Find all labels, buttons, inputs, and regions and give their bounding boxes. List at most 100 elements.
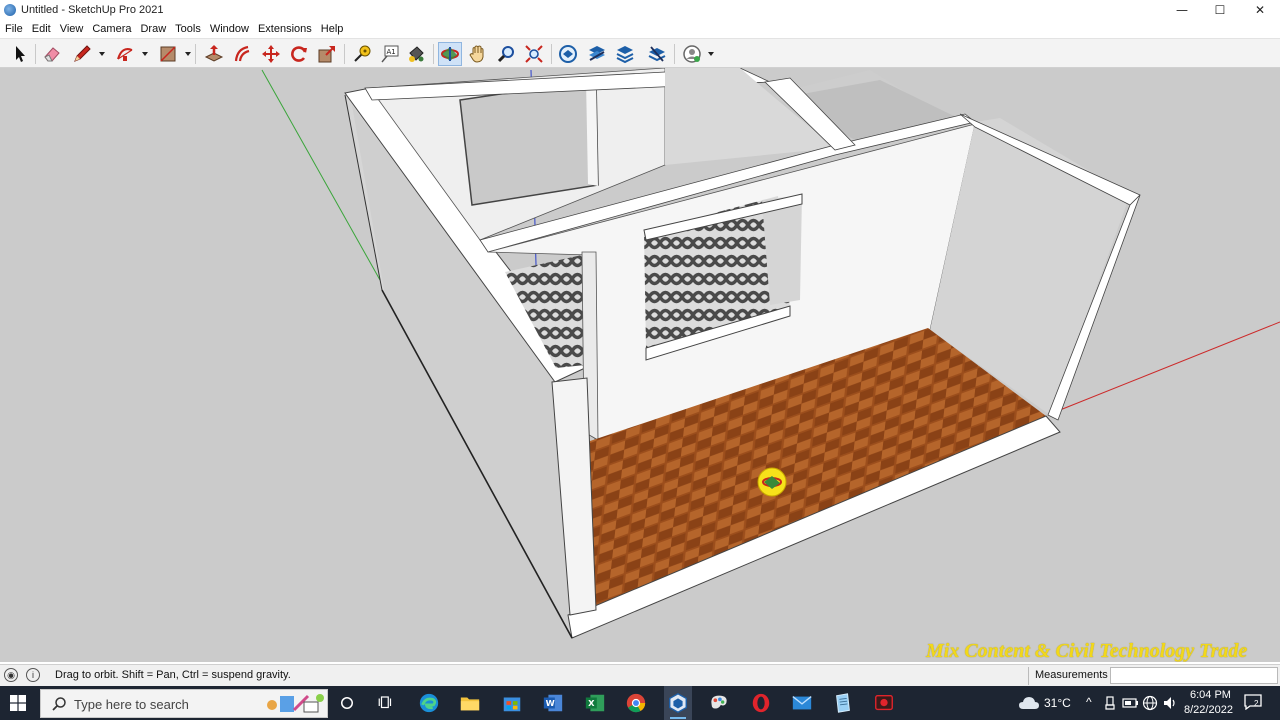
back-window-opening: [459, 79, 599, 206]
notepad-icon: [836, 693, 850, 713]
menu-window[interactable]: Window: [206, 20, 253, 38]
zoom-tool-button[interactable]: [494, 42, 518, 66]
notepad-button[interactable]: [831, 691, 855, 715]
paint-button[interactable]: [707, 691, 731, 715]
recorder-icon: [875, 694, 893, 711]
send-to-layout-button[interactable]: [613, 42, 637, 66]
text-icon: A1: [381, 45, 399, 63]
excel-icon: X: [585, 694, 605, 712]
file-explorer-icon: [460, 697, 480, 711]
weather-cloud-icon[interactable]: [1018, 695, 1040, 711]
model-viewport[interactable]: Mix Content & Civil Technology Trade: [0, 68, 1280, 662]
opera-icon: [752, 693, 770, 713]
svg-text:W: W: [546, 698, 555, 708]
menu-edit[interactable]: Edit: [28, 20, 55, 38]
measurements-input[interactable]: [1110, 667, 1278, 684]
pan-icon: [469, 45, 484, 63]
recorder-button[interactable]: [872, 691, 896, 715]
channel-watermark: Mix Content & Civil Technology Trade: [926, 640, 1248, 662]
excel-button[interactable]: X: [583, 691, 607, 715]
orbit-cursor-icon: [757, 467, 787, 497]
network-globe-icon[interactable]: [1142, 695, 1158, 711]
push-pull-tool-button[interactable]: [202, 42, 226, 66]
maximize-button[interactable]: ☐: [1200, 0, 1240, 20]
3d-warehouse-button[interactable]: [556, 42, 580, 66]
minimize-button[interactable]: —: [1162, 0, 1202, 20]
sketchup-taskbar-button[interactable]: [666, 691, 690, 719]
rotate-tool-button[interactable]: [287, 42, 311, 66]
taskbar-search-box[interactable]: Type here to search: [40, 689, 328, 718]
chevron-down-icon[interactable]: [708, 51, 714, 57]
menu-extensions[interactable]: Extensions: [254, 20, 316, 38]
weather-temperature[interactable]: 31°C: [1044, 696, 1071, 710]
edge-button[interactable]: [417, 691, 441, 715]
chrome-button[interactable]: [624, 691, 648, 715]
windows-start-icon[interactable]: [10, 695, 26, 711]
battery-icon[interactable]: [1122, 695, 1140, 711]
clock-date[interactable]: 8/22/2022: [1184, 704, 1233, 716]
arc-tool-button[interactable]: [113, 42, 137, 66]
opera-button[interactable]: [749, 691, 773, 715]
paint-bucket-icon: [409, 46, 424, 62]
scale-tool-button[interactable]: [315, 42, 339, 66]
mail-button[interactable]: [790, 691, 814, 715]
move-tool-button[interactable]: [259, 42, 283, 66]
cortana-icon: [341, 697, 353, 709]
tape-measure-tool-button[interactable]: [350, 42, 374, 66]
red-axis: [1059, 321, 1280, 411]
chevron-up-icon[interactable]: ^: [1086, 695, 1092, 709]
extension-warehouse-icon: [589, 46, 605, 61]
paint-bucket-tool-button[interactable]: [404, 42, 428, 66]
store-icon: [503, 697, 521, 712]
orbit-tool-button[interactable]: [438, 42, 462, 66]
menu-draw[interactable]: Draw: [136, 20, 170, 38]
toolbar-separator: [433, 44, 434, 64]
volume-icon[interactable]: [1162, 695, 1178, 711]
account-button[interactable]: [680, 42, 704, 66]
rotate-icon: [291, 46, 307, 62]
file-explorer-button[interactable]: [458, 691, 482, 715]
scale-icon: [318, 46, 335, 63]
select-tool-button[interactable]: [8, 42, 32, 66]
task-view-icon: [378, 696, 392, 709]
chevron-down-icon[interactable]: [142, 51, 148, 57]
extension-manager-button[interactable]: [645, 42, 669, 66]
room-model[interactable]: [0, 68, 1280, 662]
offset-tool-button[interactable]: [231, 42, 255, 66]
push-pull-icon: [204, 45, 224, 62]
extension-manager-icon: [648, 46, 666, 62]
menu-file[interactable]: File: [1, 20, 27, 38]
paint-icon: [711, 695, 727, 709]
store-button[interactable]: [500, 691, 524, 715]
notification-icon: [1244, 694, 1262, 711]
text-tool-button[interactable]: A1: [378, 42, 402, 66]
rectangle-tool-button[interactable]: [156, 42, 180, 66]
search-icon: [52, 697, 66, 711]
move-icon: [262, 45, 280, 63]
zoom-extents-tool-button[interactable]: [522, 42, 546, 66]
line-pencil-icon: [74, 45, 91, 62]
menu-view[interactable]: View: [56, 20, 88, 38]
close-button[interactable]: ✕: [1240, 0, 1280, 20]
pan-tool-button[interactable]: [466, 42, 490, 66]
word-icon: W: [543, 694, 563, 712]
chevron-down-icon[interactable]: [99, 51, 105, 57]
geolocation-icon[interactable]: ◉: [4, 668, 18, 682]
task-view-button[interactable]: [374, 691, 398, 715]
word-button[interactable]: W: [541, 691, 565, 715]
info-icon[interactable]: i: [26, 668, 40, 682]
usb-device-icon[interactable]: [1104, 696, 1116, 710]
line-tool-button[interactable]: [70, 42, 94, 66]
clock-time[interactable]: 6:04 PM: [1190, 689, 1231, 701]
menu-tools[interactable]: Tools: [171, 20, 205, 38]
chevron-down-icon[interactable]: [185, 51, 191, 57]
eraser-tool-button[interactable]: [40, 42, 64, 66]
menu-camera[interactable]: Camera: [88, 20, 135, 38]
measurements-label: Measurements: [1035, 669, 1108, 681]
offset-icon: [234, 45, 250, 62]
eraser-icon: [44, 47, 60, 62]
menu-help[interactable]: Help: [317, 20, 348, 38]
cortana-button[interactable]: [335, 691, 359, 715]
extension-warehouse-button[interactable]: [585, 42, 609, 66]
notification-center-button[interactable]: 2: [1244, 694, 1262, 711]
